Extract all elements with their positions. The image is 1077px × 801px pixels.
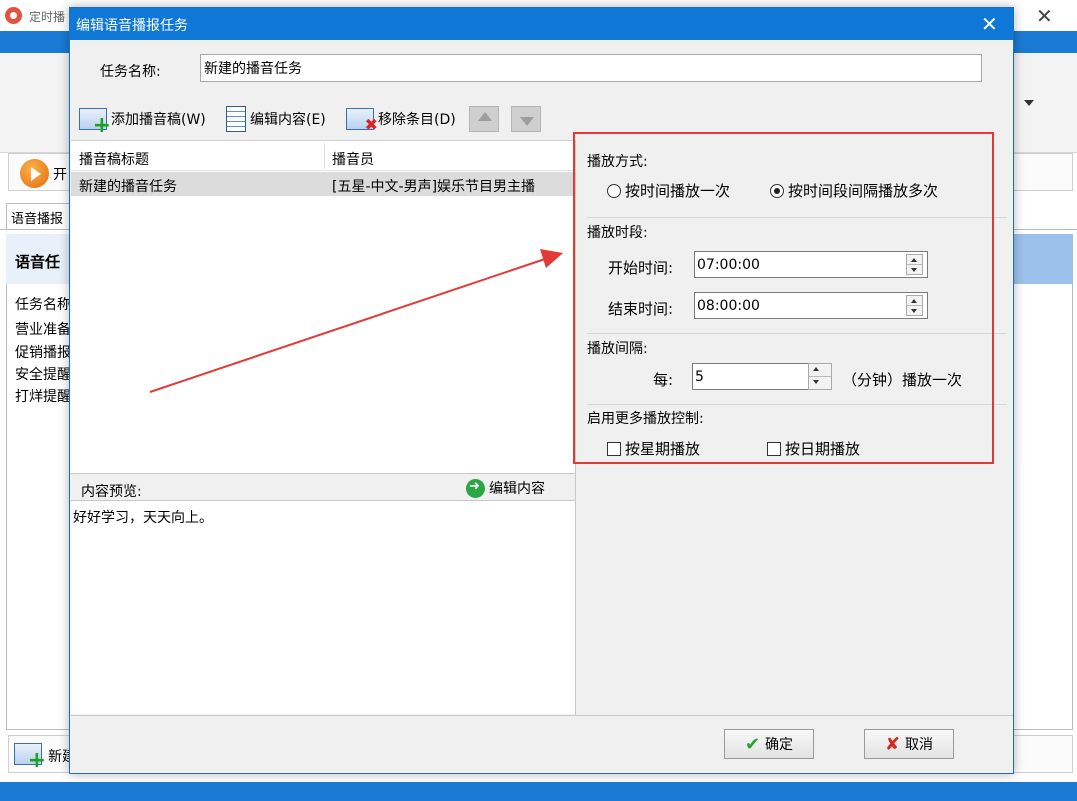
radio-indicator-selected [770,183,784,198]
cancel-button-label: 取消 [905,737,934,753]
remove-item-button[interactable]: 移除条目(D) [346,104,456,134]
move-up-button[interactable] [469,104,499,134]
task-name-input[interactable] [200,54,982,82]
spinner-buttons [808,363,832,390]
arrow-right-circle-icon [466,478,485,498]
spinner-buttons [906,254,923,275]
ok-button-label: 确定 [765,737,794,753]
decrement-icon[interactable] [907,306,922,316]
main-window-close-icon[interactable]: ✕ [1036,4,1053,28]
preview-content: 好好学习，天天向上。 [71,501,575,714]
interval-input[interactable] [695,366,805,387]
start-time-spinner [694,251,928,278]
cancel-icon: ✘ [884,733,901,755]
cancel-button[interactable]: ✘ 取消 [864,729,954,759]
add-icon [79,108,111,138]
app-icon [5,7,22,24]
radio-play-interval[interactable]: 按时间段间隔播放多次 [770,180,938,201]
task-panel-title: 语音任 [15,253,61,271]
end-time-input[interactable] [697,295,901,316]
table-row[interactable]: 新建的播音任务 [五星-中文-男声]娱乐节目男主播 [71,172,575,196]
preview-edit-label: 编辑内容 [489,481,545,497]
increment-icon[interactable] [907,255,922,265]
radio-play-interval-label: 按时间段间隔播放多次 [788,182,939,200]
add-script-label: 添加播音稿(W) [111,112,206,128]
panel-divider [575,140,576,715]
checkbox-date[interactable]: 按日期播放 [767,438,860,459]
document-icon [226,106,246,132]
mode-section-title: 播放方式: [587,154,648,170]
every-label: 每: [653,371,674,389]
preview-edit-button[interactable]: 编辑内容 [466,478,545,498]
checkbox-date-label: 按日期播放 [785,440,861,458]
edit-content-label: 编辑内容(E) [250,112,326,128]
move-down-icon [511,106,541,132]
checkmark-icon: ✔ [744,733,761,755]
dialog-toolbar: 添加播音稿(W) 编辑内容(E) 移除条目(D) [71,100,1013,140]
checkbox-weekday[interactable]: 按星期播放 [607,438,700,459]
remove-icon [346,108,378,134]
main-window-title: 定时播 [29,10,66,24]
chevron-down-icon[interactable] [1024,100,1034,106]
task-name-label: 任务名称: [100,64,161,80]
play-icon [20,159,49,188]
remove-item-label: 移除条目(D) [378,112,456,128]
start-button-label: 开 [53,167,67,183]
spinner-buttons [906,295,923,316]
script-title-cell: 新建的播音任务 [79,179,177,195]
decrement-icon[interactable] [809,377,831,390]
radio-play-once-label: 按时间播放一次 [625,182,731,200]
dialog-title: 编辑语音播报任务 [76,18,188,34]
radio-indicator [607,183,621,198]
column-divider [324,143,325,169]
move-down-button[interactable] [511,104,541,134]
checkbox-weekday-label: 按星期播放 [625,440,701,458]
end-time-label: 结束时间: [608,300,674,318]
increment-icon[interactable] [809,364,831,377]
dialog-titlebar: 编辑语音播报任务 ✕ [70,8,1013,40]
task-column-header: 任务名称 [15,297,71,313]
task-list-item[interactable]: 促销播报 [15,342,71,362]
start-time-input[interactable] [697,254,901,275]
task-panel-header-accent [1012,234,1073,284]
period-section-title: 播放时段: [587,225,648,241]
column-header-title[interactable]: 播音稿标题 [79,149,149,169]
section-divider [587,217,1007,218]
checkbox-box [767,441,781,456]
dialog-close-icon[interactable]: ✕ [981,12,998,36]
interval-section-title: 播放间隔: [587,341,648,357]
decrement-icon[interactable] [907,265,922,275]
script-list-header: 播音稿标题 播音员 [71,141,575,171]
playback-settings: 播放方式: 按时间播放一次 按时间段间隔播放多次 播放时段: 开始时间: 结束时… [577,140,1013,470]
main-window-statusbar [0,782,1077,801]
dialog-footer-divider [71,715,1013,716]
task-list-item[interactable]: 营业准备 [15,319,71,339]
increment-icon[interactable] [907,296,922,306]
add-icon [14,743,46,773]
add-script-button[interactable]: 添加播音稿(W) [79,104,206,138]
more-control-section-title: 启用更多播放控制: [587,411,704,427]
ok-button[interactable]: ✔ 确定 [724,729,814,759]
edit-task-dialog: 编辑语音播报任务 ✕ 任务名称: 添加播音稿(W) 编辑内容(E) 移除条目(D… [69,7,1014,774]
checkbox-box [607,441,621,456]
section-divider [587,404,1007,405]
preview-header: 内容预览: 编辑内容 [71,473,575,501]
end-time-spinner [694,292,928,319]
interval-spinner [692,363,832,390]
edit-content-button[interactable]: 编辑内容(E) [226,104,326,134]
task-list-item[interactable]: 安全提醒 [15,364,71,384]
section-divider [587,333,1007,334]
task-list-item[interactable]: 打烊提醒 [15,386,71,406]
interval-suffix: （分钟）播放一次 [842,371,963,389]
preview-text: 好好学习，天天向上。 [73,510,213,526]
move-up-icon [469,106,499,132]
preview-label: 内容预览: [81,484,142,500]
radio-play-once[interactable]: 按时间播放一次 [607,180,730,201]
tab-voice-broadcast[interactable]: 语音播报 [6,203,76,229]
script-list: 播音稿标题 播音员 新建的播音任务 [五星-中文-男声]娱乐节目男主播 [71,140,575,473]
start-time-label: 开始时间: [608,259,674,277]
script-speaker-cell: [五星-中文-男声]娱乐节目男主播 [332,179,536,195]
column-header-speaker[interactable]: 播音员 [332,149,374,169]
